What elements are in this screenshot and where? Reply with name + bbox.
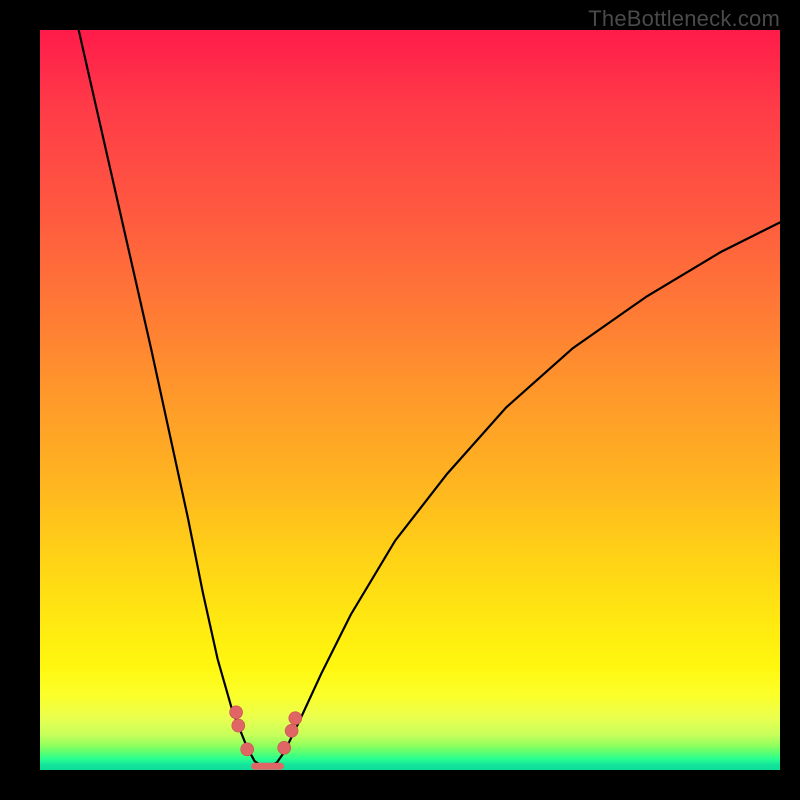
curve-markers (230, 706, 302, 756)
curve-marker (241, 743, 254, 756)
bottleneck-curve (77, 23, 780, 767)
curve-marker (289, 712, 302, 725)
curve-marker (285, 724, 298, 737)
curve-marker (278, 741, 291, 754)
curve-marker (230, 706, 243, 719)
chart-svg (40, 30, 780, 770)
curve-marker (232, 719, 245, 732)
chart-frame: TheBottleneck.com (0, 0, 800, 800)
watermark-text: TheBottleneck.com (588, 6, 780, 32)
plot-area (40, 30, 780, 770)
